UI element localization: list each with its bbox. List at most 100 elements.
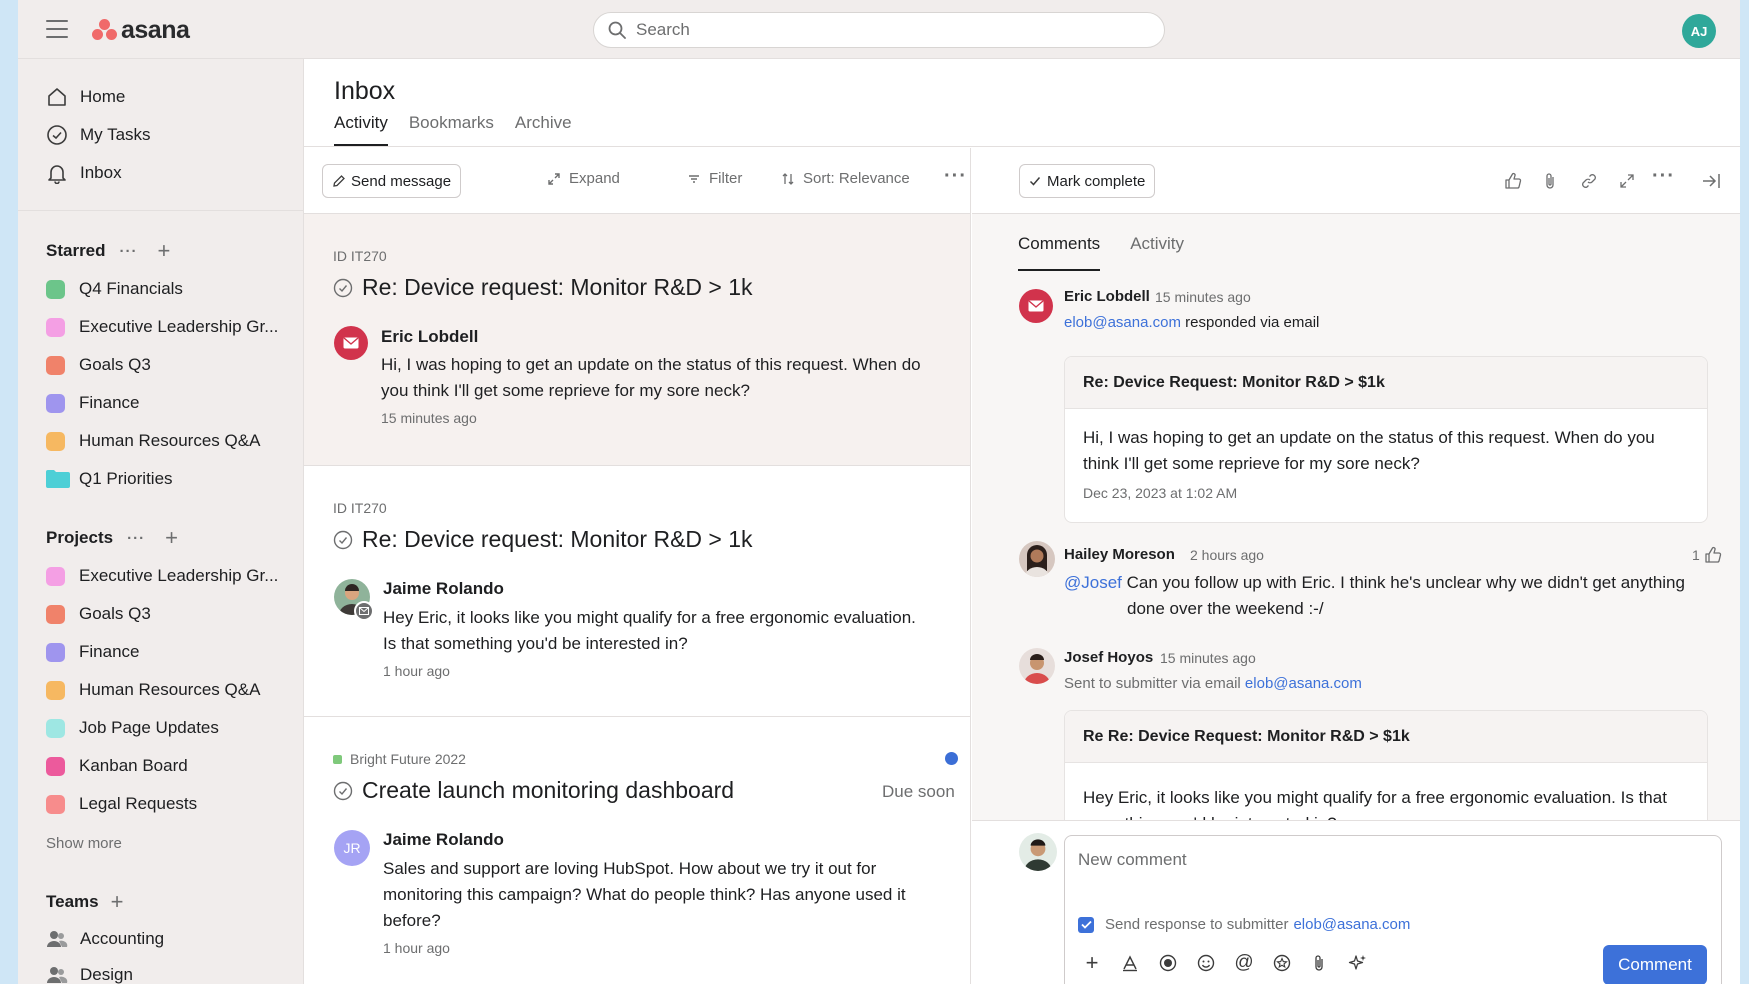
expand-button[interactable]: Expand	[547, 170, 620, 187]
sidebar-item-project[interactable]: Kanban Board	[46, 751, 188, 781]
sidebar-item-starred[interactable]: Q1 Priorities	[46, 464, 173, 494]
tab-bookmarks[interactable]: Bookmarks	[409, 113, 494, 146]
thumbs-up-icon[interactable]	[1502, 170, 1524, 192]
sidebar-item-starred[interactable]: Executive Leadership Gr...	[46, 312, 278, 342]
check-circle-icon	[46, 124, 68, 146]
project-color-icon	[46, 566, 65, 586]
sidebar-item-project[interactable]: Legal Requests	[46, 789, 197, 819]
sidebar-item-label: Design	[80, 965, 133, 984]
tab-comments[interactable]: Comments	[1018, 234, 1101, 271]
message-card[interactable]: Bright Future 2022 Create launch monitor…	[304, 717, 970, 984]
sidebar-item-project[interactable]: Job Page Updates	[46, 713, 219, 743]
filter-label: Filter	[709, 170, 743, 187]
sidebar-item-label: Job Page Updates	[79, 718, 219, 737]
teams-heading[interactable]: Teams +	[46, 889, 123, 915]
search-bar[interactable]	[593, 12, 1165, 48]
attachment-icon[interactable]	[1540, 170, 1562, 192]
sidebar-item-team[interactable]: Accounting	[46, 924, 164, 954]
hamburger-menu-icon[interactable]	[46, 20, 68, 38]
sidebar-item-starred[interactable]: Finance	[46, 388, 139, 418]
starred-heading-label: Starred	[46, 241, 106, 260]
link-icon[interactable]	[1578, 170, 1600, 192]
fullscreen-icon[interactable]	[1616, 170, 1638, 192]
project-color-icon	[46, 279, 65, 299]
check-circle-icon[interactable]	[333, 530, 353, 550]
text-format-icon[interactable]	[1119, 952, 1141, 974]
send-response-option[interactable]: Send response to submitter elob@asana.co…	[1078, 916, 1410, 933]
sidebar-item-inbox[interactable]: Inbox	[46, 158, 122, 188]
checkmark-icon	[1029, 177, 1041, 186]
project-color-icon	[46, 756, 65, 776]
avatar	[1019, 648, 1055, 684]
mention-icon[interactable]: @	[1233, 952, 1255, 974]
emoji-icon[interactable]	[1195, 952, 1217, 974]
attachment-icon[interactable]	[1309, 952, 1331, 974]
starred-heading[interactable]: Starred ··· +	[46, 238, 170, 264]
user-avatar[interactable]: AJ	[1682, 14, 1716, 48]
logo-text: asana	[121, 15, 190, 44]
email-link[interactable]: elob@asana.com	[1245, 675, 1362, 692]
tab-activity[interactable]: Activity	[1130, 234, 1184, 271]
new-comment-input[interactable]	[1078, 850, 1698, 900]
add-project-icon[interactable]: +	[165, 525, 178, 551]
sidebar-item-starred[interactable]: Human Resources Q&A	[46, 426, 260, 456]
asana-logo-icon	[92, 19, 118, 41]
close-pane-icon[interactable]	[1700, 170, 1722, 192]
message-card[interactable]: ID IT270 Re: Device request: Monitor R&D…	[304, 214, 970, 466]
sidebar-item-label: Human Resources Q&A	[79, 431, 261, 450]
project-color-icon	[46, 355, 65, 375]
sidebar-item-project[interactable]: Finance	[46, 637, 139, 667]
sidebar-item-project[interactable]: Executive Leadership Gr...	[46, 561, 278, 591]
check-circle-icon[interactable]	[333, 781, 353, 801]
team-icon	[46, 964, 68, 984]
comment-text: Can you follow up with Eric. I think he'…	[1126, 573, 1685, 592]
email-subject: Re Re: Device Request: Monitor R&D > $1k	[1065, 711, 1707, 763]
add-team-icon[interactable]: +	[111, 889, 124, 915]
tab-archive[interactable]: Archive	[515, 113, 572, 146]
comment-submit-button[interactable]: Comment	[1603, 945, 1707, 984]
sidebar-item-project[interactable]: Human Resources Q&A	[46, 675, 260, 705]
mark-complete-button[interactable]: Mark complete	[1019, 164, 1156, 198]
sidebar-item-starred[interactable]: Goals Q3	[46, 350, 151, 380]
more-options-icon[interactable]: ···	[127, 530, 145, 547]
checkbox-checked-icon[interactable]	[1078, 916, 1094, 933]
more-options-icon[interactable]: ···	[120, 243, 138, 260]
sort-button[interactable]: Sort: Relevance	[781, 170, 910, 187]
email-link[interactable]: elob@asana.com	[1293, 916, 1410, 933]
sidebar-item-team[interactable]: Design	[46, 960, 133, 984]
message-card[interactable]: ID IT270 Re: Device request: Monitor R&D…	[304, 466, 970, 717]
email-body-line: something you'd be interested in?	[1083, 811, 1689, 820]
task-id: ID IT270	[333, 248, 387, 264]
record-icon[interactable]	[1157, 952, 1179, 974]
sidebar-item-label: Q4 Financials	[79, 279, 183, 298]
star-badge-icon[interactable]	[1271, 952, 1293, 974]
more-options-icon[interactable]: ···	[1652, 165, 1675, 188]
projects-heading[interactable]: Projects ··· +	[46, 525, 178, 551]
thumbs-up-icon	[1705, 546, 1721, 563]
check-circle-icon[interactable]	[333, 278, 353, 298]
send-message-button[interactable]: Send message	[322, 164, 462, 198]
add-starred-icon[interactable]: +	[158, 238, 171, 264]
project-color-icon	[333, 754, 342, 764]
ai-sparkle-icon[interactable]	[1347, 952, 1369, 974]
like-button[interactable]: 1	[1692, 546, 1722, 564]
sidebar-item-home[interactable]: Home	[46, 82, 125, 112]
tab-activity[interactable]: Activity	[334, 113, 388, 146]
asana-app: asana AJ Home My Tasks Inbox Starred ···…	[18, 0, 1740, 984]
sidebar-item-starred[interactable]: Q4 Financials	[46, 274, 183, 304]
filter-button[interactable]: Filter	[687, 170, 742, 187]
mention-link[interactable]: @Josef	[1064, 573, 1122, 592]
project-tag: Bright Future 2022	[333, 751, 466, 767]
comment-author: Josef Hoyos	[1064, 649, 1154, 666]
show-more-link[interactable]: Show more	[46, 835, 122, 852]
search-input[interactable]	[636, 20, 1116, 40]
unread-indicator	[945, 752, 958, 765]
sidebar-item-label: My Tasks	[80, 125, 151, 144]
more-options-icon[interactable]: ···	[944, 165, 967, 188]
sidebar-item-my-tasks[interactable]: My Tasks	[46, 120, 151, 150]
email-link[interactable]: elob@asana.com	[1064, 314, 1181, 331]
asana-logo[interactable]: asana	[92, 15, 190, 44]
sidebar-item-project[interactable]: Goals Q3	[46, 599, 151, 629]
project-color-icon	[46, 393, 65, 413]
plus-icon[interactable]: +	[1081, 950, 1103, 975]
